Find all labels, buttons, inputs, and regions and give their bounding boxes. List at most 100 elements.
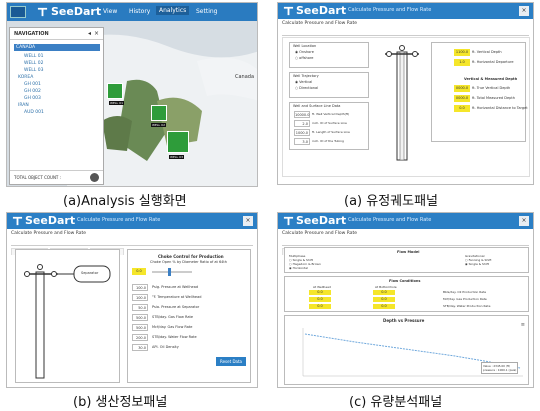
tree-item[interactable]: GH 002 <box>14 88 103 95</box>
horizontal-distance-value[interactable]: 0.0 <box>454 105 470 112</box>
production-info-panel: SeeDart Calculate Pressure and Flow Rate… <box>6 212 258 388</box>
form-container: Well Location ◉ Onshore ○ offshore Well … <box>282 37 530 177</box>
caption-b: (a) 유정궤도패널 <box>344 194 439 209</box>
oil-flow-rate-input[interactable]: 500.0 <box>132 314 148 321</box>
tree-item[interactable]: IRAN <box>14 102 103 109</box>
tree-item[interactable]: CANADA <box>14 44 100 51</box>
tree-item[interactable]: WELL 03 <box>14 67 103 74</box>
count-badge <box>90 173 99 182</box>
tree-item[interactable]: WELL 02 <box>14 60 103 67</box>
field-label: °F. Temperature at Wellhead <box>152 295 202 299</box>
caption-a: (a)Analysis 실행화면 <box>63 194 187 209</box>
menu-toggle-button[interactable] <box>10 6 26 18</box>
close-icon[interactable]: × <box>94 30 99 37</box>
field-label: STB/day. Gas Flow Rate <box>152 315 194 319</box>
field-label: Psig. Pressure at Wellhead <box>152 285 199 289</box>
tab-bar: Geometry DataProduction DataFlow Analysi… <box>282 238 529 255</box>
field-label: ft. Well Vertical Depth(ft) <box>312 112 350 116</box>
seedart-logo-icon <box>12 216 23 226</box>
top-nav-bar: SeeDart View History Analytics Setting <box>7 3 257 21</box>
flow-analysis-panel: SeeDart Calculate Pressure and Flow Rate… <box>277 212 534 388</box>
wellhead-water-value[interactable]: 0.0 <box>309 304 331 309</box>
caption-d: (c) 유량분석패널 <box>349 395 443 410</box>
tab-bar: Geometry DataProduction DataFlow Analysi… <box>11 238 253 255</box>
gas-flow-rate-input[interactable]: 500.0 <box>132 324 148 331</box>
collapse-icon[interactable]: ◂ <box>88 30 91 37</box>
option-radio[interactable]: ◉ Single & Shift <box>465 262 491 266</box>
map-country-label: Canada <box>235 74 255 80</box>
production-fields: 100.0 Psig. Pressure at Wellhead 100.0 °F.… <box>132 284 248 354</box>
field-label: Psia. Pressure at Separator <box>152 305 200 309</box>
true-vertical-depth-value[interactable]: 0000.0 <box>454 85 470 92</box>
navigation-tree: CANADA WELL 01 WELL 02 WELL 03 KOREA GH … <box>10 40 103 116</box>
surface-line-id-input[interactable]: 2.0 <box>294 120 310 127</box>
menu-analytics[interactable]: Analytics <box>156 6 190 15</box>
wellhead-oil-value[interactable]: 0.0 <box>309 290 331 295</box>
navigation-title: NAVIGATION <box>14 31 49 37</box>
well-marker[interactable] <box>167 131 189 153</box>
tree-item[interactable]: GH 003 <box>14 95 103 102</box>
well-trajectory-group: Well Trajectory ◉ Vertical ○ Directional <box>289 72 369 98</box>
menu-setting[interactable]: Setting <box>196 8 217 15</box>
surface-line-group: Well and Surface Line Data 10000.0 ft. W… <box>289 102 369 150</box>
menu-history[interactable]: History <box>129 8 150 15</box>
vertical-depth-input[interactable]: 10000.0 <box>294 111 310 118</box>
radio-offshore[interactable]: ○ offshore <box>290 55 368 61</box>
well-marker[interactable] <box>151 105 167 121</box>
water-flow-rate-input[interactable]: 200.0 <box>132 334 148 341</box>
flow-model-box: Flow Model Multiphase ○ Single & Shift ○… <box>284 247 529 273</box>
surface-line-length-input[interactable]: 1000.0 <box>294 129 310 136</box>
tree-item[interactable]: WELL 01 <box>14 53 103 60</box>
separator-pressure-input[interactable]: 50.0 <box>132 304 148 311</box>
vertical-depth-value[interactable]: 1100.0 <box>454 49 470 56</box>
choke-slider-track[interactable] <box>152 271 192 273</box>
field-label: ft. True Vertical Depth <box>472 86 511 90</box>
well-marker[interactable] <box>107 83 123 99</box>
field-label: ft. Horizontal Departure <box>472 60 514 64</box>
close-button[interactable]: × <box>519 6 529 16</box>
reset-data-button[interactable]: Reset Data <box>216 357 246 366</box>
page-subtitle: Calculate Pressure and Flow Rate <box>282 231 358 236</box>
bottom-water-value[interactable]: 0.0 <box>373 304 395 309</box>
tubing-id-input[interactable]: 3.0 <box>294 138 310 145</box>
seedart-logo-icon <box>283 216 294 226</box>
production-controls-box: Choke Control for Production Choke Open … <box>127 249 251 383</box>
choke-value[interactable]: 0.0 <box>132 268 146 275</box>
radio-directional[interactable]: ○ Directional <box>290 85 368 91</box>
tree-item[interactable]: KOREA <box>14 74 103 81</box>
field-label: inch. ID of Surface Line <box>312 121 347 125</box>
window-title-bar: SeeDart Calculate Pressure and Flow Rate… <box>278 213 533 229</box>
field-label: API. Oil Density <box>152 345 179 349</box>
window-title: Calculate Pressure and Flow Rate <box>348 217 432 223</box>
field-label: ft. Total Measured Depth <box>472 96 515 100</box>
close-button[interactable]: × <box>243 216 253 226</box>
rate-label: Mcf/day. Gas Production Rate <box>443 297 487 301</box>
flow-model-title: Flow Model <box>397 250 420 254</box>
total-measured-depth-value[interactable]: 0000.0 <box>454 95 470 102</box>
option-radio[interactable]: ◉ Horizontal <box>289 266 321 270</box>
rate-label: STB/day. Water Production Rate <box>443 304 491 308</box>
choke-title: Choke Control for Production <box>158 254 224 259</box>
wellhead-gas-value[interactable]: 0.0 <box>309 297 331 302</box>
tree-item[interactable]: GH 001 <box>14 81 103 88</box>
bottom-gas-value[interactable]: 0.0 <box>373 297 395 302</box>
close-button[interactable]: × <box>519 216 529 226</box>
total-object-count-label: TOTAL OBJECT COUNT : <box>14 175 61 180</box>
field-label: Mcf/day. Gas Flow Rate <box>152 325 193 329</box>
field-label: ft. Horizontal Distance to Target <box>472 106 528 110</box>
menu-view[interactable]: View <box>103 8 117 15</box>
field-label: ft. Vertical Depth <box>472 50 502 54</box>
wellhead-pressure-input[interactable]: 100.0 <box>132 284 148 291</box>
flow-conditions-box: Flow Conditions At Wellhead At Bottomhol… <box>284 276 529 312</box>
horizontal-departure-value[interactable]: 1.0 <box>454 59 470 66</box>
vm-group-title: Vertical & Measured Depth <box>464 77 518 81</box>
field-label: ft. Length of Surface Line <box>312 130 350 134</box>
rate-label: Bbls/day. Oil Production Rate <box>443 290 487 294</box>
field-label: STB/day. Water Flow Rate <box>152 335 197 339</box>
tree-item[interactable]: AUD 001 <box>14 109 103 116</box>
wellhead-temperature-input[interactable]: 100.0 <box>132 294 148 301</box>
choke-slider-handle[interactable] <box>168 268 171 276</box>
oil-density-input[interactable]: 30.0 <box>132 344 148 351</box>
seedart-logo-icon <box>37 7 48 17</box>
bottom-oil-value[interactable]: 0.0 <box>373 290 395 295</box>
